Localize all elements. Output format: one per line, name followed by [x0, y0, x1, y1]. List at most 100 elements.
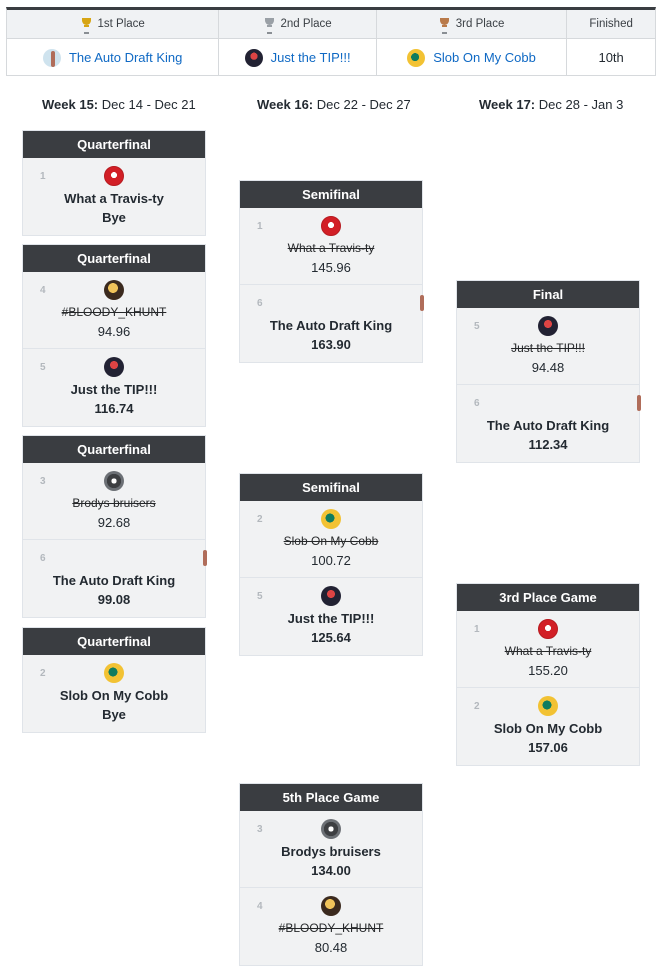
- matchup-card-5th-place[interactable]: 5th Place Game 3 Brodys bruisers 134.00 4 #BL…: [239, 783, 423, 966]
- team-avatar-icon: [104, 471, 124, 491]
- team-name[interactable]: The Auto Draft King: [23, 573, 205, 588]
- team-avatar-icon: [538, 316, 558, 336]
- matchup-card-quarterfinal-2[interactable]: Quarterfinal 4 #BLOODY_KHUNT 94.96 5 Just the…: [22, 244, 206, 427]
- team-slot[interactable]: 2 Slob On My Cobb Bye: [23, 655, 205, 732]
- team-score: 134.00: [311, 863, 351, 878]
- matchup-card-quarterfinal-4[interactable]: Quarterfinal 2 Slob On My Cobb Bye: [22, 627, 206, 733]
- team-name[interactable]: Just the TIP!!!: [240, 611, 422, 626]
- team-score: Bye: [102, 210, 126, 225]
- silver-trophy-icon: [264, 18, 275, 34]
- seed-number: 4: [257, 901, 263, 912]
- week-15-header: Week 15: Dec 14 - Dec 21: [42, 97, 196, 112]
- team-name[interactable]: #BLOODY_KHUNT: [240, 921, 422, 935]
- summary-header-row: 1st Place 2nd Place 3rd Place Finished: [7, 10, 655, 39]
- team-avatar-icon: [104, 166, 124, 186]
- matchup-title: Semifinal: [240, 474, 422, 501]
- matchup-title: Quarterfinal: [23, 245, 205, 272]
- seed-number: 6: [40, 553, 46, 564]
- matchup-card-quarterfinal-1[interactable]: Quarterfinal 1 What a Travis-ty Bye: [22, 130, 206, 236]
- team-score: 155.20: [528, 663, 568, 678]
- team-name[interactable]: Brodys bruisers: [23, 496, 205, 510]
- matchup-card-3rd-place[interactable]: 3rd Place Game 1 What a Travis-ty 155.20 2 Sl…: [456, 583, 640, 766]
- team-score: 157.06: [528, 740, 568, 755]
- team-slot[interactable]: 3 Brodys bruisers 134.00: [240, 811, 422, 888]
- header-1st-place: 1st Place: [7, 10, 220, 38]
- team-slot[interactable]: 6 The Auto Draft King 112.34: [457, 385, 639, 462]
- seed-number: 2: [474, 701, 480, 712]
- seed-number: 2: [257, 514, 263, 525]
- team-avatar-icon: [538, 619, 558, 639]
- standings-summary: 1st Place 2nd Place 3rd Place Finished T…: [6, 7, 656, 76]
- team-slot[interactable]: 1 What a Travis-ty 145.96: [240, 208, 422, 285]
- team-score: 145.96: [311, 260, 351, 275]
- team-avatar-icon: [407, 48, 426, 67]
- team-name[interactable]: Slob On My Cobb: [23, 688, 205, 703]
- team-score: 125.64: [311, 630, 351, 645]
- team-avatar-icon: [104, 280, 124, 300]
- team-slot[interactable]: 3 Brodys bruisers 92.68: [23, 463, 205, 540]
- team-avatar-icon: [321, 896, 341, 916]
- seed-number: 1: [257, 221, 263, 232]
- week-17-header: Week 17: Dec 28 - Jan 3: [479, 97, 624, 112]
- team-name[interactable]: Just the TIP!!!: [457, 341, 639, 355]
- team-score: 163.90: [311, 337, 351, 352]
- team-score: 100.72: [311, 553, 351, 568]
- team-name[interactable]: #BLOODY_KHUNT: [23, 305, 205, 319]
- team-name[interactable]: What a Travis-ty: [240, 241, 422, 255]
- team-slot[interactable]: 1 What a Travis-ty 155.20: [457, 611, 639, 688]
- seed-number: 3: [40, 476, 46, 487]
- seed-number: 5: [40, 362, 46, 373]
- seed-number: 2: [40, 668, 46, 679]
- team-name[interactable]: The Auto Draft King: [240, 318, 422, 333]
- team-name[interactable]: Slob On My Cobb: [240, 534, 422, 548]
- first-place-team-link[interactable]: The Auto Draft King: [69, 50, 182, 65]
- team-score: 112.34: [528, 437, 568, 452]
- team-name[interactable]: What a Travis-ty: [457, 644, 639, 658]
- team-name[interactable]: The Auto Draft King: [457, 418, 639, 433]
- team-avatar-icon: [321, 586, 341, 606]
- team-slot[interactable]: 1 What a Travis-ty Bye: [23, 158, 205, 235]
- team-name[interactable]: Brodys bruisers: [240, 844, 422, 859]
- seed-number: 6: [474, 398, 480, 409]
- matchup-card-quarterfinal-3[interactable]: Quarterfinal 3 Brodys bruisers 92.68 6 The Au…: [22, 435, 206, 618]
- team-name[interactable]: Just the TIP!!!: [23, 382, 205, 397]
- team-score: Bye: [102, 707, 126, 722]
- team-score: 116.74: [94, 401, 134, 416]
- finished-cell: 10th: [567, 39, 655, 76]
- team-slot[interactable]: 5 Just the TIP!!! 94.48: [457, 308, 639, 385]
- header-finished: Finished: [589, 18, 633, 30]
- matchup-title: Quarterfinal: [23, 131, 205, 158]
- week-16-header: Week 16: Dec 22 - Dec 27: [257, 97, 411, 112]
- seed-number: 5: [474, 321, 480, 332]
- seed-number: 3: [257, 824, 263, 835]
- team-slot[interactable]: 5 Just the TIP!!! 125.64: [240, 578, 422, 655]
- team-score: 94.96: [97, 324, 131, 339]
- team-score: 80.48: [314, 940, 348, 955]
- team-slot[interactable]: 2 Slob On My Cobb 100.72: [240, 501, 422, 578]
- team-score: 99.08: [97, 592, 131, 607]
- team-slot[interactable]: 5 Just the TIP!!! 116.74: [23, 349, 205, 426]
- team-avatar-icon: [321, 819, 341, 839]
- matchup-card-final[interactable]: Final 5 Just the TIP!!! 94.48 6 The Auto Draf…: [456, 280, 640, 463]
- matchup-title: Quarterfinal: [23, 628, 205, 655]
- team-score: 94.48: [531, 360, 565, 375]
- seed-number: 4: [40, 285, 46, 296]
- summary-values-row: The Auto Draft King Just the TIP!!! Slob…: [7, 39, 655, 76]
- third-place-team-link[interactable]: Slob On My Cobb: [433, 50, 536, 65]
- team-slot[interactable]: 6 The Auto Draft King 99.08: [23, 540, 205, 617]
- team-slot[interactable]: 2 Slob On My Cobb 157.06: [457, 688, 639, 765]
- matchup-card-semifinal-2[interactable]: Semifinal 2 Slob On My Cobb 100.72 5 Just the…: [239, 473, 423, 656]
- seed-number: 5: [257, 591, 263, 602]
- team-slot[interactable]: 4 #BLOODY_KHUNT 80.48: [240, 888, 422, 965]
- team-name[interactable]: What a Travis-ty: [23, 191, 205, 206]
- matchup-title: Final: [457, 281, 639, 308]
- seed-number: 6: [257, 298, 263, 309]
- header-2nd-place: 2nd Place: [219, 10, 377, 38]
- team-slot[interactable]: 6 The Auto Draft King 163.90: [240, 285, 422, 362]
- matchup-card-semifinal-1[interactable]: Semifinal 1 What a Travis-ty 145.96 6 The Aut…: [239, 180, 423, 363]
- team-slot[interactable]: 4 #BLOODY_KHUNT 94.96: [23, 272, 205, 349]
- second-place-team-link[interactable]: Just the TIP!!!: [271, 50, 351, 65]
- team-avatar-icon: [321, 509, 341, 529]
- team-name[interactable]: Slob On My Cobb: [457, 721, 639, 736]
- seed-number: 1: [40, 171, 46, 182]
